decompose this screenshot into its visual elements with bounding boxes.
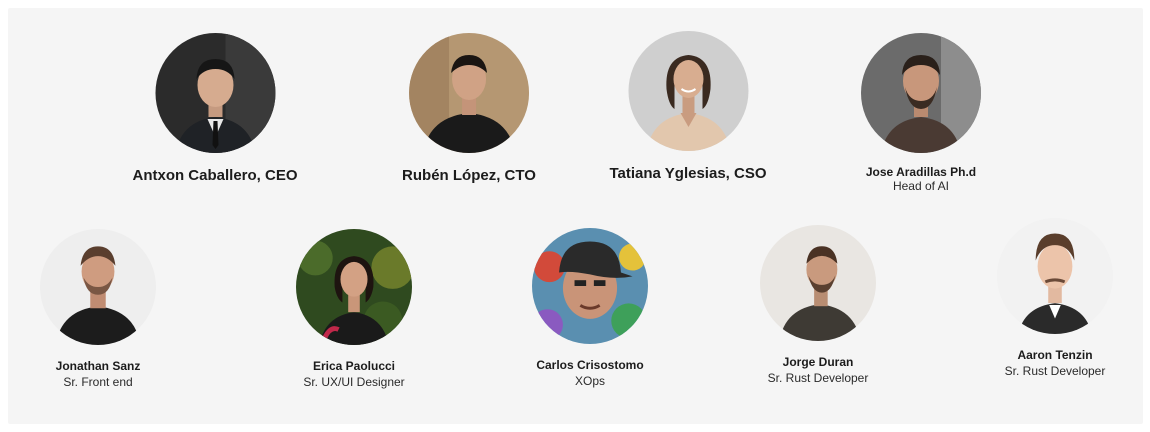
person-avatar-icon (627, 31, 748, 151)
team-member-erica: Erica Paolucci Sr. UX/UI Designer (296, 229, 412, 389)
person-avatar-icon (861, 33, 981, 153)
member-role: Sr. Rust Developer (767, 371, 869, 385)
member-name: Jorge Duran (782, 355, 854, 369)
member-role: Sr. Front end (63, 375, 133, 389)
member-name: Jonathan Sanz (55, 359, 141, 373)
member-name: Jose Aradillas Ph.d (865, 165, 977, 179)
person-avatar-icon (40, 229, 156, 345)
member-name: Antxon Caballero, CEO (132, 167, 298, 184)
member-role: Sr. UX/UI Designer (303, 375, 405, 389)
member-name: Tatiana Yglesias, CSO (609, 165, 767, 182)
team-member-tatiana: Tatiana Yglesias, CSO (609, 31, 767, 182)
person-avatar-icon (760, 225, 876, 341)
member-name: Aaron Tenzin (1017, 348, 1093, 362)
member-name: Carlos Crisostomo (536, 358, 644, 372)
person-avatar-icon (408, 33, 529, 153)
person-avatar-icon (296, 229, 412, 345)
member-name: Rubén López, CTO (402, 167, 536, 184)
team-member-jorge: Jorge Duran Sr. Rust Developer (760, 225, 876, 385)
member-role: XOps (574, 374, 605, 388)
team-member-ruben: Rubén López, CTO (402, 33, 536, 184)
person-avatar-icon (155, 33, 275, 153)
team-member-antxon: Antxon Caballero, CEO (132, 33, 298, 184)
team-member-jonathan: Jonathan Sanz Sr. Front end (40, 229, 156, 389)
person-avatar-icon (532, 228, 648, 344)
team-member-jose: Jose Aradillas Ph.d Head of AI (861, 33, 981, 193)
team-member-carlos: Carlos Crisostomo XOps (532, 228, 648, 388)
member-role: Head of AI (892, 179, 950, 193)
person-avatar-icon (997, 218, 1113, 334)
member-name: Erica Paolucci (312, 359, 396, 373)
team-member-aaron: Aaron Tenzin Sr. Rust Developer (997, 218, 1113, 378)
member-role: Sr. Rust Developer (1004, 364, 1106, 378)
